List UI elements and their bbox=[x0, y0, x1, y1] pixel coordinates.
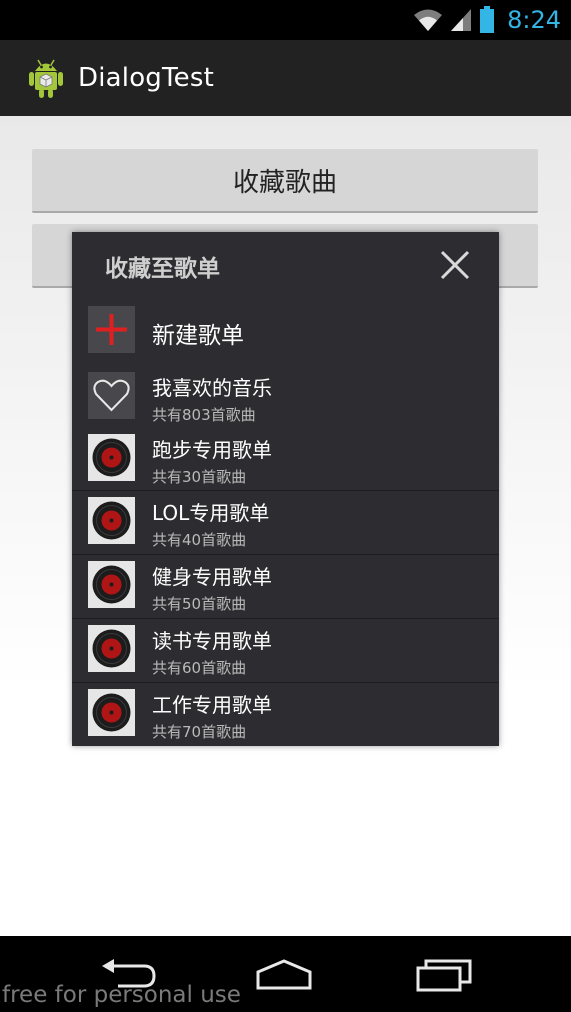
playlist-name: 我喜欢的音乐 bbox=[152, 376, 272, 400]
playlist-count: 共有30首歌曲 bbox=[152, 468, 247, 486]
record-thumb bbox=[88, 689, 135, 736]
record-icon bbox=[88, 434, 135, 481]
new-playlist-label: 新建歌单 bbox=[152, 323, 244, 349]
close-icon[interactable] bbox=[436, 246, 474, 284]
playlist-name: LOL专用歌单 bbox=[152, 501, 270, 525]
playlist-count: 共有803首歌曲 bbox=[152, 406, 256, 424]
new-playlist-thumb bbox=[88, 306, 135, 353]
status-bar: 8:24 bbox=[0, 0, 571, 40]
collect-song-button[interactable]: 收藏歌曲 bbox=[32, 149, 538, 213]
record-thumb bbox=[88, 434, 135, 481]
playlist-name: 工作专用歌单 bbox=[152, 693, 272, 717]
playlist-count: 共有60首歌曲 bbox=[152, 659, 247, 677]
wifi-icon bbox=[414, 9, 443, 31]
battery-icon bbox=[480, 6, 495, 33]
playlist-dialog: 收藏至歌单 新建歌单 我喜欢的音乐 共有803首歌曲 跑步专用歌单 共有30首歌… bbox=[72, 232, 499, 746]
dialog-header: 收藏至歌单 bbox=[72, 232, 499, 298]
status-icons: 8:24 bbox=[413, 0, 561, 40]
heart-icon bbox=[88, 372, 135, 419]
playlist-item[interactable]: 跑步专用歌单 共有30首歌曲 bbox=[72, 432, 499, 496]
playlist-item[interactable]: 健身专用歌单 共有50首歌曲 bbox=[72, 554, 499, 619]
record-thumb bbox=[88, 625, 135, 672]
record-thumb bbox=[88, 497, 135, 544]
plus-icon bbox=[96, 314, 127, 345]
playlist-name: 健身专用歌单 bbox=[152, 565, 272, 589]
recents-icon[interactable] bbox=[414, 956, 474, 994]
home-icon[interactable] bbox=[254, 956, 314, 994]
android-robot-icon bbox=[29, 59, 63, 98]
playlist-name: 读书专用歌单 bbox=[152, 629, 272, 653]
watermark-text: free for personal use bbox=[2, 982, 241, 1008]
playlist-item[interactable]: 我喜欢的音乐 共有803首歌曲 bbox=[72, 370, 499, 434]
playlist-count: 共有50首歌曲 bbox=[152, 595, 247, 613]
record-icon bbox=[88, 625, 135, 672]
playlist-item[interactable]: 工作专用歌单 共有70首歌曲 bbox=[72, 682, 499, 747]
action-bar: DialogTest bbox=[0, 40, 571, 116]
record-thumb bbox=[88, 561, 135, 608]
playlist-count: 共有40首歌曲 bbox=[152, 531, 247, 549]
record-icon bbox=[88, 689, 135, 736]
playlist-item[interactable]: 读书专用歌单 共有60首歌曲 bbox=[72, 618, 499, 683]
playlist-item[interactable]: LOL专用歌单 共有40首歌曲 bbox=[72, 490, 499, 555]
status-time: 8:24 bbox=[507, 6, 561, 34]
playlist-count: 共有70首歌曲 bbox=[152, 723, 247, 741]
record-icon bbox=[88, 497, 135, 544]
dialog-title: 收藏至歌单 bbox=[105, 256, 220, 282]
new-playlist-item[interactable]: 新建歌单 bbox=[72, 304, 499, 358]
record-icon bbox=[88, 561, 135, 608]
playlist-name: 跑步专用歌单 bbox=[152, 438, 272, 462]
signal-icon bbox=[451, 9, 472, 31]
heart-thumb bbox=[88, 372, 135, 419]
app-title: DialogTest bbox=[78, 63, 215, 93]
